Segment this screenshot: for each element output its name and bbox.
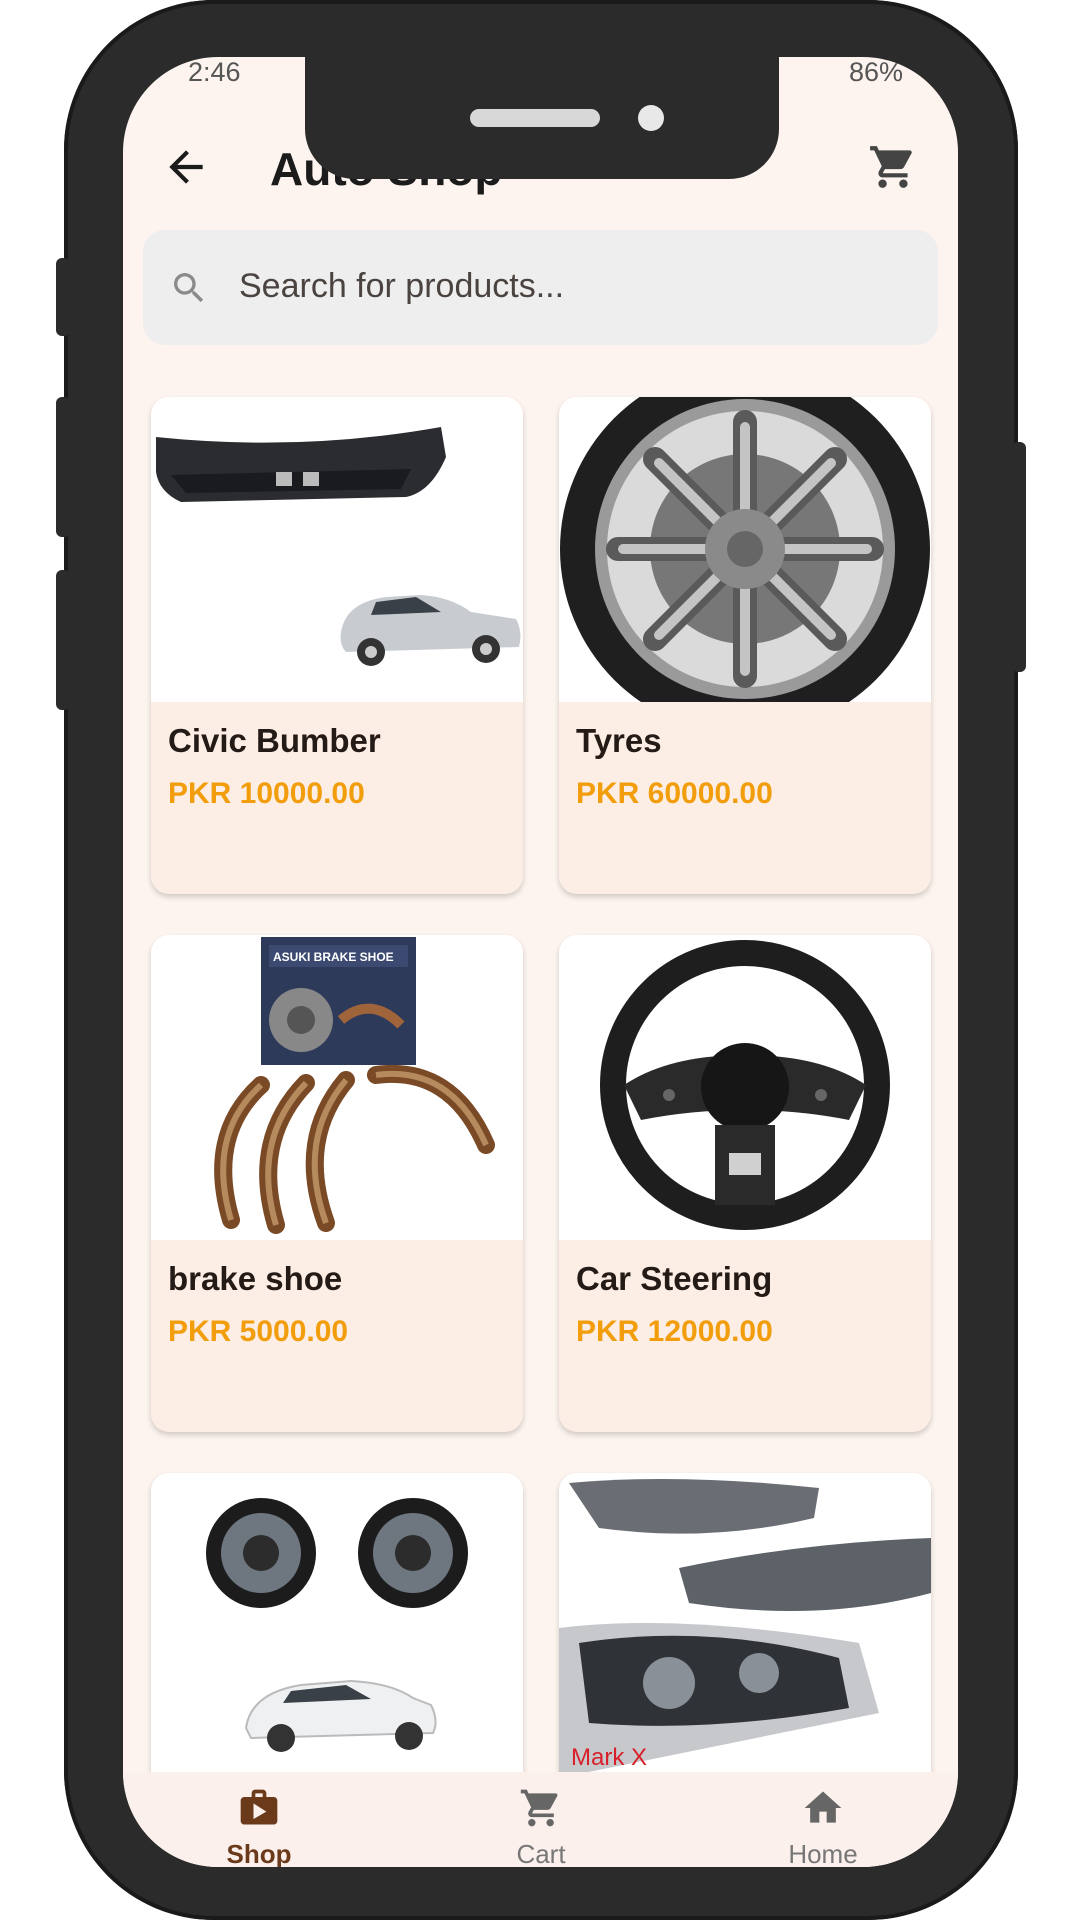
product-card[interactable]: Car Steering PKR 12000.00: [559, 935, 931, 1432]
search-input[interactable]: Search for products...: [239, 267, 564, 306]
shop-icon: [240, 1789, 278, 1825]
home-icon: [804, 1791, 842, 1823]
back-arrow-icon[interactable]: [161, 142, 211, 192]
product-name: brake shoe: [168, 1260, 343, 1297]
search-icon: [174, 273, 204, 303]
status-time: 2:46: [188, 57, 241, 87]
product-name: Civic Bumber: [168, 722, 381, 759]
nav-label: Home: [788, 1839, 858, 1867]
cart-icon: [520, 1789, 558, 1827]
product-name: Car Steering: [576, 1260, 773, 1297]
cart-icon[interactable]: [868, 142, 918, 192]
product-image-steering-wheel: [559, 935, 931, 1240]
app-screen: 2:46 86% Auto Shop Search for products..…: [123, 57, 958, 1867]
speaker: [470, 109, 600, 127]
product-name: Tyres: [576, 722, 662, 759]
product-image-headlights: Mark X: [559, 1473, 931, 1778]
nav-cart[interactable]: Cart: [441, 1772, 641, 1867]
nav-home[interactable]: Home: [723, 1772, 923, 1867]
phone-side-button: [56, 397, 70, 537]
bottom-navigation: Shop Cart Home: [123, 1772, 958, 1867]
product-image-brake-shoe: ASUKI BRAKE SHOE: [151, 935, 523, 1240]
phone-side-button: [1012, 442, 1026, 672]
product-image-tyre: [559, 397, 931, 702]
nav-label: Shop: [226, 1839, 292, 1867]
product-price: PKR 12000.00: [576, 1315, 773, 1348]
product-price: PKR 5000.00: [168, 1315, 349, 1348]
product-card[interactable]: Civic Bumber PKR 10000.00: [151, 397, 523, 894]
phone-side-button: [56, 570, 70, 710]
product-price: PKR 60000.00: [576, 777, 773, 810]
search-bar[interactable]: Search for products...: [143, 230, 938, 345]
brake-box-label: ASUKI BRAKE SHOE: [273, 950, 394, 964]
notch: [305, 57, 779, 179]
camera: [638, 105, 664, 131]
product-image-fog-lamps: [151, 1473, 523, 1778]
nav-shop[interactable]: Shop: [159, 1772, 359, 1867]
phone-side-button: [56, 258, 70, 336]
product-card[interactable]: Tyres PKR 60000.00: [559, 397, 931, 894]
headlight-label: Mark X: [571, 1744, 647, 1771]
product-image-bumper: [151, 397, 523, 702]
status-battery: 86%: [848, 57, 903, 87]
product-price: PKR 10000.00: [168, 777, 365, 810]
product-card[interactable]: ASUKI BRAKE SHOE brake shoe PKR 5000.00: [151, 935, 523, 1432]
nav-label: Cart: [516, 1839, 566, 1867]
